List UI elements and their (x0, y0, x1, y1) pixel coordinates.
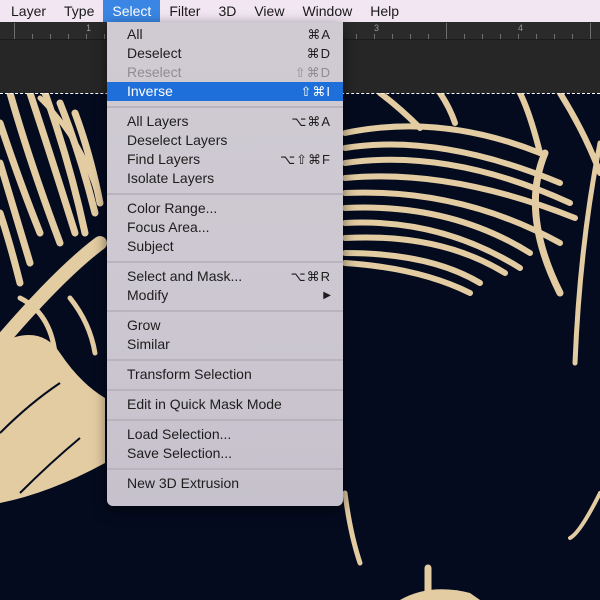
menu-separator (107, 193, 343, 195)
menu-item-inverse[interactable]: Inverse ⇧⌘I (107, 82, 343, 101)
menu-item-subject[interactable]: Subject (107, 237, 343, 256)
menu-item-label: All Layers (127, 113, 189, 129)
ruler-label: 1 (86, 23, 92, 33)
ruler-tick (554, 34, 555, 39)
ruler-tick (86, 34, 87, 39)
menu-help[interactable]: Help (361, 0, 408, 22)
ruler-tick (500, 34, 501, 39)
menu-item-find-layers[interactable]: Find Layers ⌥⇧⌘F (107, 150, 343, 169)
menu-item-deselect-layers[interactable]: Deselect Layers (107, 131, 343, 150)
menu-item-edit-in-quick-mask-mode[interactable]: Edit in Quick Mask Mode (107, 395, 343, 414)
menu-item-save-selection[interactable]: Save Selection... (107, 444, 343, 463)
menu-separator (107, 359, 343, 361)
menu-item-new-3d-extrusion[interactable]: New 3D Extrusion (107, 474, 343, 493)
menu-item-color-range[interactable]: Color Range... (107, 199, 343, 218)
shortcut-label: ⌥⌘A (291, 114, 331, 129)
shortcut-label: ⌥⇧⌘F (280, 152, 331, 167)
menu-item-label: Similar (127, 336, 170, 352)
menu-item-focus-area[interactable]: Focus Area... (107, 218, 343, 237)
menu-item-label: Edit in Quick Mask Mode (127, 396, 282, 412)
shortcut-label: ⌘D (306, 46, 331, 61)
menu-separator (107, 389, 343, 391)
menu-window[interactable]: Window (293, 0, 361, 22)
menu-item-label: Modify (127, 287, 169, 303)
menu-item-load-selection[interactable]: Load Selection... (107, 425, 343, 444)
menu-item-label: Reselect (127, 64, 182, 80)
ruler-tick (68, 34, 69, 39)
select-dropdown-menu: All ⌘A Deselect ⌘D Reselect ⇧⌘D Inverse ⇧⌘I All … (107, 22, 343, 506)
ruler-tick (14, 23, 15, 39)
menu-item-modify[interactable]: Modify ▶ (107, 286, 343, 305)
menu-item-label: Grow (127, 317, 161, 333)
menu-item-label: Transform Selection (127, 366, 252, 382)
menu-separator (107, 261, 343, 263)
menu-item-label: Color Range... (127, 200, 218, 216)
menu-item-reselect: Reselect ⇧⌘D (107, 63, 343, 82)
menu-item-transform-selection[interactable]: Transform Selection (107, 365, 343, 384)
menu-item-isolate-layers[interactable]: Isolate Layers (107, 169, 343, 188)
ruler-label: 4 (518, 23, 524, 33)
menu-item-label: Find Layers (127, 151, 201, 167)
shortcut-label: ⇧⌘I (300, 84, 331, 99)
menu-separator (107, 468, 343, 470)
menu-item-deselect[interactable]: Deselect ⌘D (107, 44, 343, 63)
menu-item-label: All (127, 26, 143, 42)
ruler-tick (392, 34, 393, 39)
menu-separator (107, 310, 343, 312)
ruler-tick (572, 34, 573, 39)
menu-item-grow[interactable]: Grow (107, 316, 343, 335)
menu-item-label: Inverse (127, 83, 173, 99)
menu-item-label: New 3D Extrusion (127, 475, 240, 491)
shortcut-label: ⌘A (307, 27, 331, 42)
menu-item-select-and-mask[interactable]: Select and Mask... ⌥⌘R (107, 267, 343, 286)
ruler-tick (464, 34, 465, 39)
ruler-tick (446, 23, 447, 39)
menu-view[interactable]: View (245, 0, 293, 22)
menu-item-label: Isolate Layers (127, 170, 215, 186)
menu-item-similar[interactable]: Similar (107, 335, 343, 354)
ruler-tick (374, 34, 375, 39)
menu-item-label: Deselect Layers (127, 132, 228, 148)
shortcut-label: ⌥⌘R (290, 269, 331, 284)
ruler-tick (482, 34, 483, 39)
menu-bar: Layer Type Select Filter 3D View Window … (0, 0, 600, 22)
menu-item-all[interactable]: All ⌘A (107, 25, 343, 44)
menu-filter[interactable]: Filter (160, 0, 209, 22)
menu-3d[interactable]: 3D (209, 0, 245, 22)
menu-separator (107, 419, 343, 421)
ruler-tick (32, 34, 33, 39)
submenu-arrow-icon: ▶ (323, 290, 331, 301)
menu-separator (107, 106, 343, 108)
menu-item-label: Save Selection... (127, 445, 233, 461)
ruler-tick (518, 34, 519, 39)
ruler-tick (410, 34, 411, 39)
menu-item-label: Load Selection... (127, 426, 232, 442)
ruler-tick (428, 34, 429, 39)
ruler-tick (356, 34, 357, 39)
menu-item-label: Select and Mask... (127, 268, 243, 284)
menu-item-label: Subject (127, 238, 174, 254)
right-leaf-fronds (342, 93, 600, 296)
menu-select[interactable]: Select (103, 0, 161, 22)
ruler-label: 3 (374, 23, 380, 33)
menu-item-label: Focus Area... (127, 219, 210, 235)
ruler-tick (50, 34, 51, 39)
ruler-tick (590, 23, 591, 39)
menu-item-all-layers[interactable]: All Layers ⌥⌘A (107, 112, 343, 131)
menu-layer[interactable]: Layer (0, 0, 55, 22)
ruler-tick (536, 34, 537, 39)
menu-item-label: Deselect (127, 45, 182, 61)
ruler-tick (104, 34, 105, 39)
shortcut-label: ⇧⌘D (294, 65, 331, 80)
menu-type[interactable]: Type (55, 0, 103, 22)
